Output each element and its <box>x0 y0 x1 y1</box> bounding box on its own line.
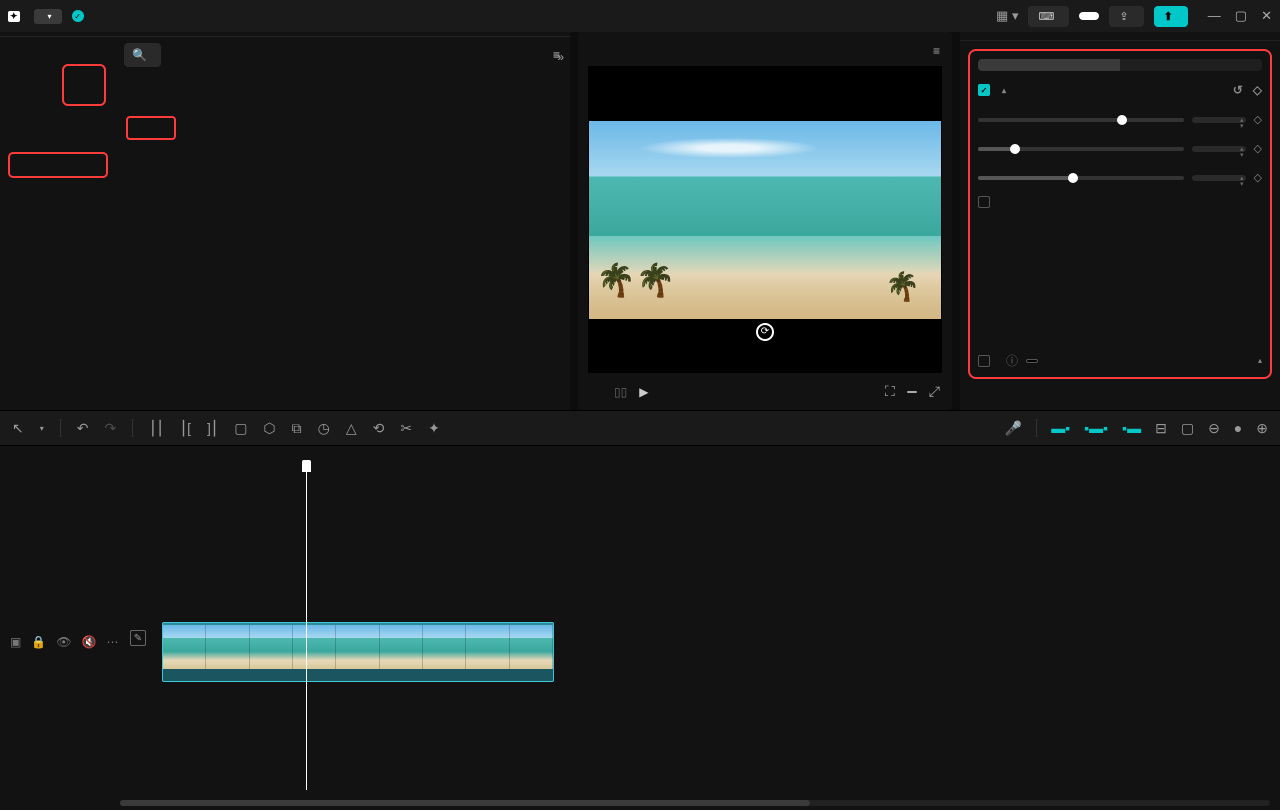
seg-voice-changer[interactable] <box>1120 59 1262 71</box>
player-menu-icon[interactable]: ≡ <box>933 44 940 58</box>
playhead[interactable] <box>306 470 307 790</box>
search-input[interactable]: 🔍 <box>124 43 161 67</box>
share-icon: ⇪ <box>1119 10 1128 23</box>
video-preview[interactable]: 🌴🌴 🌴 <box>589 121 941 319</box>
mic-icon[interactable]: 🎤 <box>1005 420 1022 437</box>
share-button[interactable]: ⇪ <box>1109 6 1143 27</box>
app-logo: ✦ <box>8 11 24 22</box>
marker-icon[interactable]: ▢ <box>1181 420 1194 437</box>
volume-value[interactable]: ▴▾ <box>1192 117 1246 123</box>
tl-lock-icon[interactable]: 🔒 <box>31 635 46 649</box>
keyframe-icon[interactable]: ◇ <box>1253 83 1262 97</box>
cover-edit-icon[interactable]: ✎ <box>130 630 146 646</box>
trim-right-icon[interactable]: ]⎮ <box>207 420 218 437</box>
export-button[interactable]: ⬆ <box>1154 6 1188 27</box>
normalize-checkbox[interactable] <box>978 196 990 208</box>
tl-more-icon[interactable]: ⋯ <box>106 635 118 649</box>
play-button[interactable]: ▶ <box>639 385 648 399</box>
select-tool-icon[interactable]: ↖ <box>12 420 24 437</box>
mirror-icon[interactable]: △ <box>346 420 357 437</box>
magnet-icon[interactable]: ▬▪ <box>1051 420 1070 436</box>
redo-icon[interactable]: ↷ <box>104 420 116 437</box>
fadein-value[interactable]: ▴▾ <box>1192 146 1246 152</box>
fx-icon[interactable]: ✦ <box>428 420 440 437</box>
more-tabs-icon[interactable]: » <box>557 50 564 64</box>
volume-key-icon[interactable]: ◇ <box>1254 113 1262 126</box>
zoom-slider-icon[interactable]: ● <box>1234 420 1242 436</box>
reset-icon[interactable]: ↺ <box>1233 83 1243 97</box>
aspect-icon[interactable]: ▦ ▾ <box>996 8 1018 24</box>
align-icon[interactable]: ⊟ <box>1155 420 1167 437</box>
keyboard-icon: ⌨ <box>1038 10 1054 23</box>
snap-icon[interactable]: ▪▬▪ <box>1084 420 1108 436</box>
help-icon[interactable]: ⓘ <box>1006 352 1018 369</box>
ratio-button[interactable] <box>907 391 917 393</box>
undo-icon[interactable]: ↶ <box>77 420 89 437</box>
rotate-icon[interactable]: ⟲ <box>373 420 385 437</box>
compare-icon[interactable]: ▯▯ <box>614 385 627 399</box>
zoom-in-icon[interactable]: ⊕ <box>1256 420 1268 437</box>
delete-icon[interactable]: ▢ <box>234 420 247 437</box>
enhance-checkbox[interactable] <box>978 355 990 367</box>
refresh-icon[interactable]: ⟳ <box>756 323 774 341</box>
maximize-icon[interactable]: ▢ <box>1235 8 1247 24</box>
fullscreen-icon[interactable]: ⤢ <box>929 383 940 400</box>
check-icon: ✓ <box>72 10 84 22</box>
speed-icon[interactable]: ◷ <box>318 420 330 437</box>
tl-mute-icon[interactable]: 🔇 <box>82 635 97 649</box>
timeline-scrollbar[interactable] <box>120 800 1270 806</box>
export-icon: ⬆ <box>1164 10 1173 23</box>
volume-slider[interactable] <box>978 118 1184 122</box>
trim-left-icon[interactable]: ⎮[ <box>180 420 191 437</box>
pro-badge <box>1026 359 1038 363</box>
fadeout-key-icon[interactable]: ◇ <box>1254 171 1262 184</box>
close-icon[interactable]: ✕ <box>1261 8 1272 24</box>
fadeout-slider[interactable] <box>978 176 1184 180</box>
basic-check-icon[interactable]: ✓ <box>978 84 990 96</box>
zoom-out-icon[interactable]: ⊖ <box>1208 420 1220 437</box>
seg-basic[interactable] <box>978 59 1120 71</box>
shortcuts-button[interactable]: ⌨ <box>1028 6 1069 27</box>
tl-layers-icon[interactable]: ▣ <box>10 635 21 649</box>
crop-icon[interactable]: ⛶ <box>885 383 895 400</box>
tl-eye-icon[interactable]: 👁 <box>56 635 71 649</box>
link-icon[interactable]: ▪▬ <box>1122 420 1141 436</box>
fadein-slider[interactable] <box>978 147 1184 151</box>
autosave-status: ✓ <box>72 10 90 22</box>
copy-icon[interactable]: ⧉ <box>292 420 302 437</box>
shield-icon[interactable]: ⬡ <box>263 420 275 437</box>
split-icon[interactable]: ⎮⎮ <box>149 420 164 437</box>
minimize-icon[interactable]: — <box>1208 8 1221 24</box>
menu-button[interactable]: ▾ <box>34 9 62 24</box>
join-pro-button[interactable] <box>1079 12 1099 20</box>
timeline-clip[interactable] <box>162 622 554 682</box>
fadein-key-icon[interactable]: ◇ <box>1254 142 1262 155</box>
fadeout-value[interactable]: ▴▾ <box>1192 175 1246 181</box>
search-icon: 🔍 <box>132 48 147 62</box>
